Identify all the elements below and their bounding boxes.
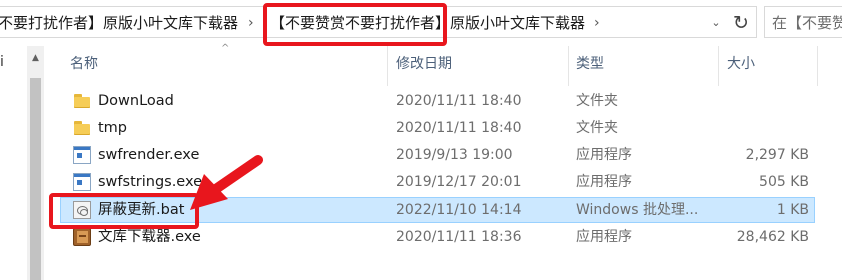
annotation-arrow-icon <box>190 155 263 210</box>
